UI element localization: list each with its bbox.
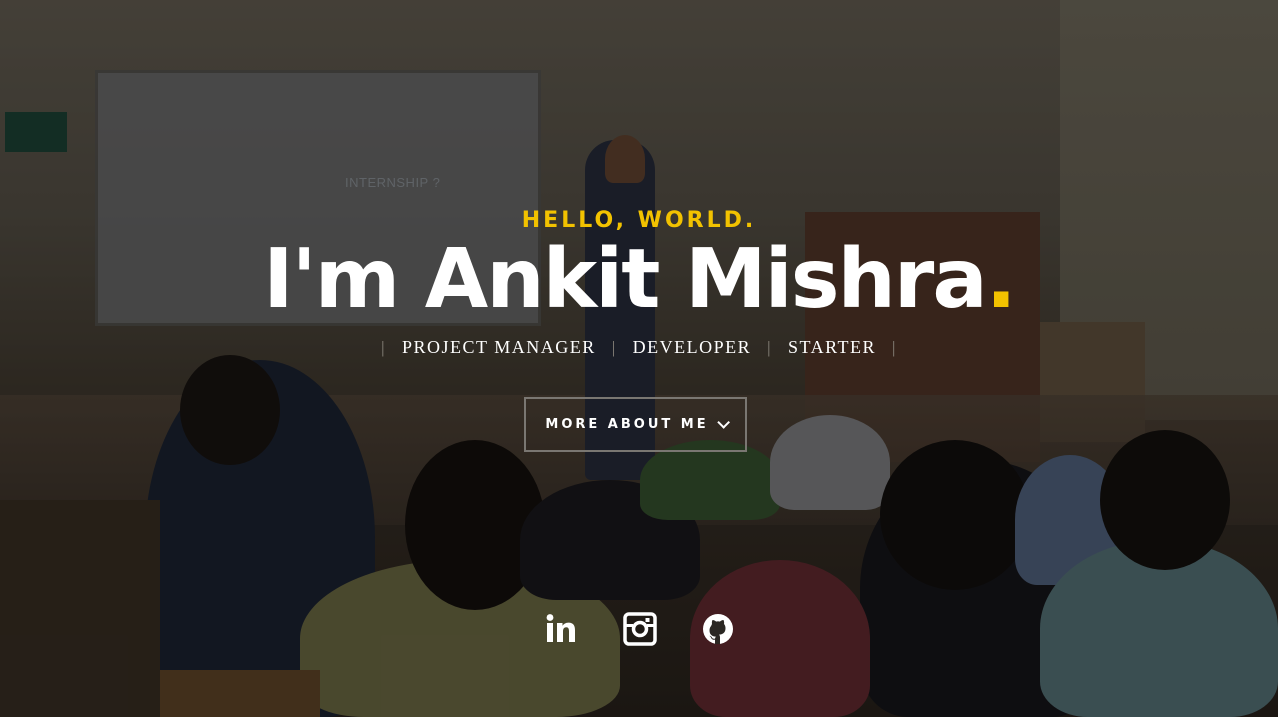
roles-list: | PROJECT MANAGER | DEVELOPER | STARTER … bbox=[0, 337, 1278, 358]
role-item: PROJECT MANAGER bbox=[402, 337, 596, 357]
hero-name: I'm Ankit Mishra bbox=[263, 232, 987, 327]
hero-greeting: HELLO, WORLD. bbox=[521, 208, 757, 233]
social-links bbox=[540, 611, 740, 651]
more-about-me-button[interactable]: MORE ABOUT ME bbox=[524, 397, 747, 452]
more-about-me-label: MORE ABOUT ME bbox=[545, 417, 709, 432]
role-separator: | bbox=[611, 337, 617, 357]
linkedin-icon[interactable] bbox=[543, 611, 579, 647]
hero-section: HELLO, WORLD. I'm Ankit Mishra. | PROJEC… bbox=[0, 0, 1278, 717]
chevron-down-icon bbox=[716, 416, 730, 429]
hero-title: I'm Ankit Mishra. bbox=[0, 232, 1278, 328]
role-item: DEVELOPER bbox=[632, 337, 752, 357]
role-item: STARTER bbox=[788, 337, 876, 357]
role-separator: | bbox=[381, 337, 386, 357]
hero-name-dot: . bbox=[985, 232, 1017, 327]
role-separator: | bbox=[767, 337, 773, 357]
instagram-icon[interactable] bbox=[622, 611, 658, 647]
role-separator: | bbox=[892, 337, 897, 357]
github-icon[interactable] bbox=[700, 611, 736, 647]
